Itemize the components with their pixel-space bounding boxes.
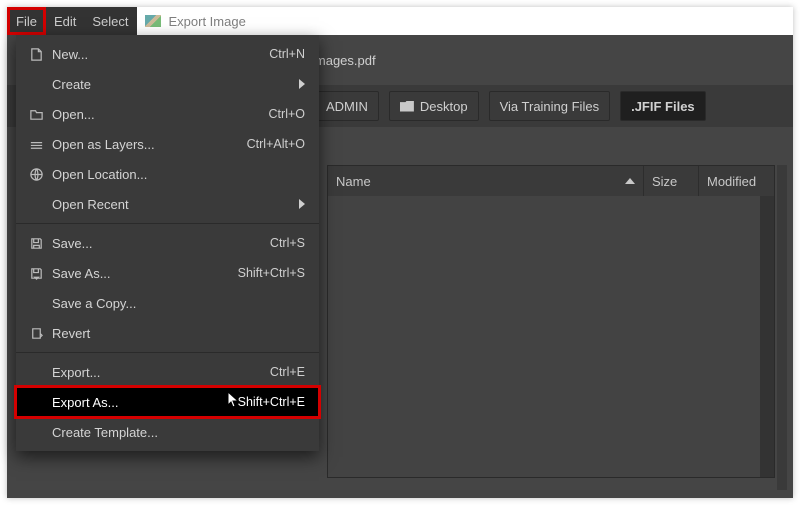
chevron-right-icon — [299, 199, 305, 209]
save-icon — [26, 236, 46, 251]
menu-item-shortcut: Ctrl+E — [270, 365, 305, 379]
menu-item-open-recent[interactable]: Open Recent — [16, 189, 319, 219]
column-modified[interactable]: Modified — [699, 166, 774, 196]
menu-item-open-location[interactable]: Open Location... — [16, 159, 319, 189]
globe-icon — [26, 167, 46, 182]
window-title: Export Image — [169, 14, 246, 29]
menu-item-label: Save As... — [52, 266, 111, 281]
column-label: Modified — [707, 174, 756, 189]
menu-item-label: Open as Layers... — [52, 137, 155, 152]
folder-icon — [400, 101, 414, 112]
menu-item-shortcut: Ctrl+O — [269, 107, 305, 121]
menubar-edit[interactable]: Edit — [46, 7, 84, 35]
file-menu-dropdown: New... Ctrl+N Create Open... Ctrl+O Open as L… — [16, 35, 319, 451]
column-label: Name — [336, 174, 371, 189]
dialog-scrollbar[interactable] — [777, 165, 787, 490]
menu-item-shortcut: Ctrl+Alt+O — [247, 137, 305, 151]
breadcrumb-label: Desktop — [420, 99, 468, 114]
menubar-select[interactable]: Select — [84, 7, 136, 35]
breadcrumb-admin[interactable]: ADMIN — [315, 91, 379, 121]
file-list-panel: Name Size Modified — [327, 165, 775, 478]
menu-item-revert[interactable]: Revert — [16, 318, 319, 348]
menu-item-export[interactable]: Export... Ctrl+E — [16, 357, 319, 387]
breadcrumb-desktop[interactable]: Desktop — [389, 91, 479, 121]
breadcrumb-label: .JFIF Files — [631, 99, 695, 114]
menu-item-open-as-layers[interactable]: Open as Layers... Ctrl+Alt+O — [16, 129, 319, 159]
menu-item-label: Create Template... — [52, 425, 158, 440]
menubar-file[interactable]: File — [7, 7, 46, 35]
breadcrumb-jfif-files[interactable]: .JFIF Files — [620, 91, 706, 121]
document-tab[interactable]: images.pdf — [312, 53, 376, 68]
menubar: File Edit Select Export Image — [7, 7, 793, 35]
column-size[interactable]: Size — [644, 166, 699, 196]
file-list-body[interactable] — [328, 196, 760, 477]
menu-item-shortcut: Ctrl+S — [270, 236, 305, 250]
layers-icon — [26, 137, 46, 152]
menu-item-label: Export As... — [52, 395, 118, 410]
menu-item-create-template[interactable]: Create Template... — [16, 417, 319, 447]
column-name[interactable]: Name — [328, 166, 644, 196]
menu-item-save-as[interactable]: Save As... Shift+Ctrl+S — [16, 258, 319, 288]
menu-item-save-a-copy[interactable]: Save a Copy... — [16, 288, 319, 318]
menu-item-label: Open Recent — [52, 197, 129, 212]
menu-item-label: Open... — [52, 107, 95, 122]
column-label: Size — [652, 174, 677, 189]
menu-item-label: New... — [52, 47, 88, 62]
menu-item-export-as[interactable]: Export As... Shift+Ctrl+E — [16, 387, 319, 417]
menu-item-shortcut: Shift+Ctrl+S — [238, 266, 305, 280]
sort-ascending-icon — [625, 178, 635, 184]
menu-separator — [16, 352, 319, 353]
mouse-cursor-icon — [227, 391, 241, 409]
file-list-header: Name Size Modified — [328, 166, 774, 196]
menu-item-label: Save a Copy... — [52, 296, 136, 311]
open-icon — [26, 107, 46, 122]
app-window: File Edit Select Export Image images.pdf… — [7, 7, 793, 498]
window-title-area: Export Image — [137, 7, 794, 35]
chevron-right-icon — [299, 79, 305, 89]
menu-item-label: Create — [52, 77, 91, 92]
breadcrumb-via-training-files[interactable]: Via Training Files — [489, 91, 610, 121]
saveas-icon — [26, 266, 46, 281]
file-list-scrollbar[interactable] — [760, 196, 774, 477]
menu-item-save[interactable]: Save... Ctrl+S — [16, 228, 319, 258]
menu-item-label: Save... — [52, 236, 92, 251]
menu-item-label: Export... — [52, 365, 100, 380]
menu-item-label: Open Location... — [52, 167, 147, 182]
revert-icon — [26, 326, 46, 341]
breadcrumb-label: ADMIN — [326, 99, 368, 114]
menu-item-shortcut: Ctrl+N — [269, 47, 305, 61]
menu-item-create[interactable]: Create — [16, 69, 319, 99]
menu-separator — [16, 223, 319, 224]
menu-item-label: Revert — [52, 326, 90, 341]
menu-item-new[interactable]: New... Ctrl+N — [16, 39, 319, 69]
menu-item-shortcut: Shift+Ctrl+E — [238, 395, 305, 409]
breadcrumb-label: Via Training Files — [500, 99, 599, 114]
export-image-icon — [145, 15, 161, 27]
menu-item-open[interactable]: Open... Ctrl+O — [16, 99, 319, 129]
new-icon — [26, 47, 46, 62]
